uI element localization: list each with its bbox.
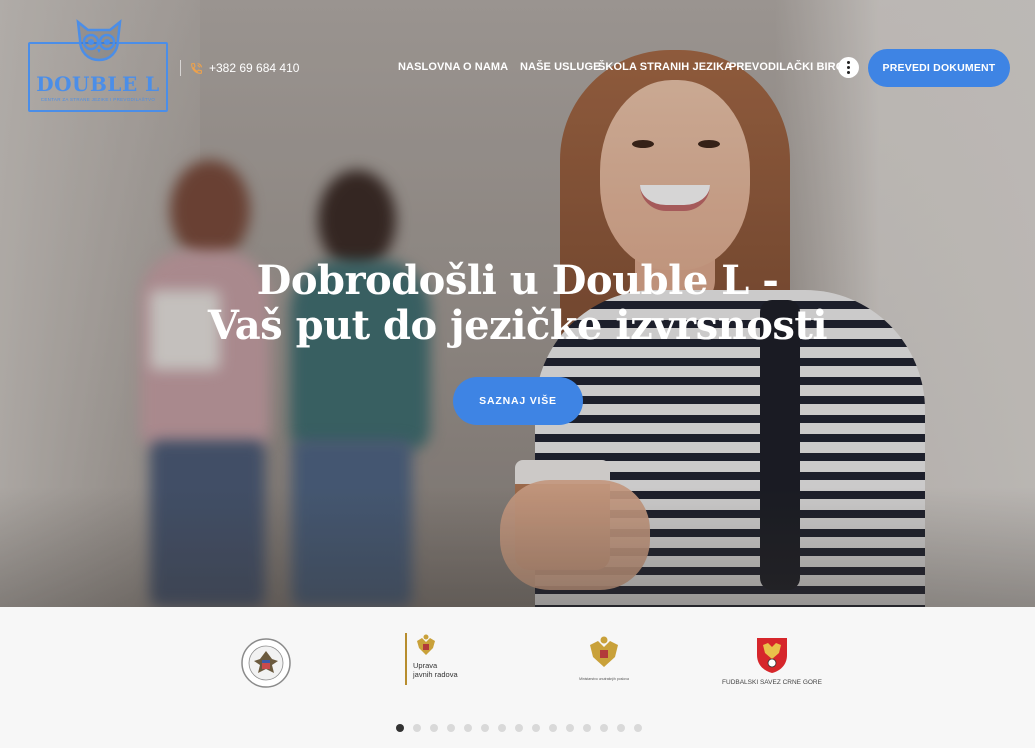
carousel-dot[interactable]: [464, 724, 472, 732]
partner-label: Uprava javnih radova: [413, 661, 458, 679]
phone-icon: [190, 62, 203, 75]
prevedi-dokument-button[interactable]: PREVEDI DOKUMENT: [868, 49, 1010, 87]
partner-logo-fscg[interactable]: FUDBALSKI SAVEZ CRNE GORE: [720, 635, 824, 691]
carousel-dot[interactable]: [430, 724, 438, 732]
more-vertical-icon[interactable]: [838, 57, 859, 78]
logo-title: DOUBLE L: [36, 72, 160, 96]
carousel-dot[interactable]: [583, 724, 591, 732]
carousel-dot[interactable]: [532, 724, 540, 732]
phone-contact[interactable]: +382 69 684 410: [190, 61, 299, 75]
partner-logo-ministry[interactable]: Ministarstvo unutrašnjih poslova: [576, 635, 632, 691]
nav-item-skola-stranih-jezika[interactable]: ŠKOLA STRANIH JEZIKA: [598, 61, 732, 73]
football-association-crest-icon: [757, 638, 787, 673]
carousel-dot[interactable]: [566, 724, 574, 732]
nav-item-o-nama[interactable]: O NAMA: [463, 61, 508, 73]
carousel-dot[interactable]: [617, 724, 625, 732]
carousel-dot[interactable]: [396, 724, 404, 732]
hero-title-line-2: Vaš put do jezičke izvrsnosti: [207, 302, 828, 349]
us-embassy-seal-icon: [241, 638, 291, 688]
carousel-dot[interactable]: [600, 724, 608, 732]
hero-title: Dobrodošli u Double L - Vaš put do jezič…: [0, 258, 1035, 348]
nav-item-naslovna[interactable]: NASLOVNA: [398, 61, 461, 73]
carousel-dot[interactable]: [447, 724, 455, 732]
phone-divider: [180, 60, 181, 76]
montenegro-coat-of-arms-icon: [417, 634, 435, 655]
carousel-dot[interactable]: [481, 724, 489, 732]
carousel-pagination: [396, 724, 642, 732]
partner-divider: [405, 633, 407, 685]
partner-label-line-2: javnih radova: [413, 670, 458, 679]
partner-label-line-1: Uprava: [413, 661, 438, 670]
carousel-dot[interactable]: [634, 724, 642, 732]
carousel-dot[interactable]: [515, 724, 523, 732]
hero-title-line-1: Dobrodošli u Double L -: [256, 257, 779, 304]
carousel-dot[interactable]: [498, 724, 506, 732]
nav-item-nase-usluge[interactable]: NAŠE USLUGE: [520, 61, 601, 73]
nav-item-prevodilacki-biro[interactable]: PREVODILAČKI BIRO: [729, 61, 844, 73]
carousel-dot[interactable]: [413, 724, 421, 732]
owl-logo-icon: [76, 19, 122, 62]
site-logo[interactable]: DOUBLE L CENTAR ZA STRANE JEZIKE I PREVO…: [28, 19, 168, 112]
phone-number: +382 69 684 410: [209, 61, 300, 75]
saznaj-vise-button[interactable]: SAZNAJ VIŠE: [453, 377, 583, 425]
partner-logo-uprava-javnih-radova[interactable]: Uprava javnih radova: [405, 633, 475, 689]
logo-tagline: CENTAR ZA STRANE JEZIKE I PREVODILAŠTVO: [40, 97, 156, 102]
partner-logo-us-embassy[interactable]: [240, 637, 292, 689]
partner-label: Ministarstvo unutrašnjih poslova: [579, 677, 629, 681]
carousel-dot[interactable]: [549, 724, 557, 732]
partner-label: FUDBALSKI SAVEZ CRNE GORE: [722, 679, 822, 686]
montenegro-coat-of-arms-icon: [590, 636, 618, 667]
